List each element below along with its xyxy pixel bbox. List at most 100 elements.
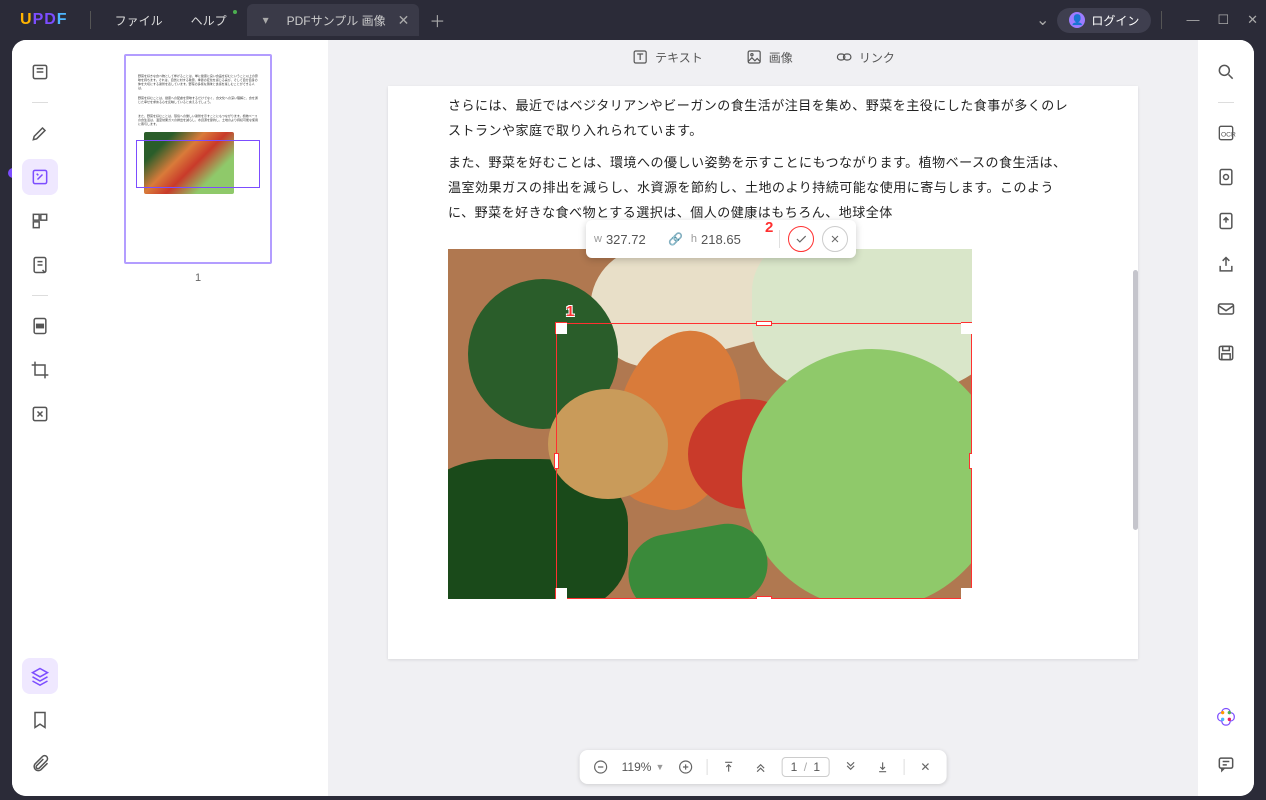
vertical-scrollbar[interactable]	[1133, 90, 1138, 736]
left-toolbar	[12, 40, 68, 796]
confirm-button[interactable]	[788, 226, 814, 252]
window-controls: — ☐ ✕	[1186, 12, 1258, 28]
thumbnail-panel: 野菜を好きな食べ物として挙げることは、単に健康に良い食品を好むということ以上の意…	[68, 40, 328, 796]
crop-handle-bl[interactable]	[555, 588, 567, 599]
width-input[interactable]	[606, 232, 660, 247]
zoom-value: 119%	[622, 760, 652, 774]
thumb-text: 野菜を好きな食べ物として挙げることは、単に健康に良い食品を好むということ以上の意…	[138, 74, 258, 90]
document-image[interactable]: 1	[448, 249, 972, 599]
thumb-text: 野菜を好むことは、健康への配慮を意味するだけでなく、食文化への深い理解と、食を通…	[138, 96, 258, 104]
page-indicator[interactable]: 1 / 1	[781, 757, 829, 777]
ai-assistant-button[interactable]	[1208, 698, 1244, 734]
crop-handle-right[interactable]	[969, 453, 972, 469]
scrollbar-thumb[interactable]	[1133, 270, 1138, 530]
divider	[90, 11, 91, 29]
organize-tool[interactable]	[22, 203, 58, 239]
thumb-text: また、野菜を好むことは、環境への優しい姿勢を示すことにもつながります。植物ベース…	[138, 114, 258, 126]
thumb-selection	[136, 140, 260, 188]
menu-help[interactable]: ヘルプ	[177, 12, 241, 29]
maximize-button[interactable]: ☐	[1217, 12, 1229, 28]
bookmark-tool[interactable]	[22, 702, 58, 738]
ai-icon	[1216, 706, 1236, 726]
link-mode-label: リンク	[859, 49, 895, 66]
tab-dropdown-icon[interactable]: ▾	[257, 13, 275, 27]
window-dropdown-icon[interactable]: ⌄	[1036, 10, 1049, 30]
ocr-button[interactable]: OCR	[1208, 115, 1244, 151]
text-mode-tab[interactable]: テキスト	[631, 48, 703, 66]
login-label: ログイン	[1091, 12, 1139, 29]
crop-handle-tl[interactable]	[555, 322, 567, 334]
protect-button[interactable]	[1208, 159, 1244, 195]
export-button[interactable]	[1208, 203, 1244, 239]
app-logo: UPDF	[20, 11, 68, 29]
annotation-2: 2	[765, 219, 773, 236]
comment-button[interactable]	[1208, 746, 1244, 782]
close-icon[interactable]: ✕	[398, 12, 410, 29]
titlebar: UPDF ファイル ヘルプ ▾ PDFサンプル 画像 ✕ ＋ ⌄ 👤 ログイン …	[0, 0, 1266, 40]
zoom-dropdown[interactable]: 119%▼	[622, 760, 665, 774]
email-button[interactable]	[1208, 291, 1244, 327]
paragraph: また、野菜を好むことは、環境への優しい姿勢を示すことにもつながります。植物ベース…	[448, 151, 1078, 225]
close-window-button[interactable]: ✕	[1247, 12, 1258, 28]
edit-mode-tabs: テキスト 画像 リンク	[631, 48, 895, 66]
last-page-button[interactable]	[871, 756, 893, 778]
edit-tool[interactable]	[22, 159, 58, 195]
crop-tool[interactable]	[22, 352, 58, 388]
thumbnail-page-number: 1	[195, 272, 201, 284]
save-button[interactable]	[1208, 335, 1244, 371]
chevron-down-icon: ▼	[655, 762, 664, 772]
separator	[32, 102, 48, 103]
reader-tool[interactable]	[22, 54, 58, 90]
width-prefix: w	[594, 233, 602, 245]
add-tab-button[interactable]: ＋	[429, 8, 445, 32]
attachment-tool[interactable]	[22, 746, 58, 782]
paragraph: さらには、最近ではベジタリアンやビーガンの食生活が注目を集め、野菜を主役にした食…	[448, 94, 1078, 143]
document-page[interactable]: さらには、最近ではベジタリアンやビーガンの食生活が注目を集め、野菜を主役にした食…	[388, 86, 1138, 659]
crop-handle-left[interactable]	[554, 453, 559, 469]
separator	[903, 759, 904, 775]
document-area: テキスト 画像 リンク さらには、最近ではベジタリアンやビーガンの食生活が注目を…	[328, 40, 1198, 796]
text-mode-label: テキスト	[655, 49, 703, 66]
first-page-button[interactable]	[717, 756, 739, 778]
link-icon	[835, 48, 853, 66]
form-tool[interactable]	[22, 247, 58, 283]
link-mode-tab[interactable]: リンク	[835, 48, 895, 66]
image-mode-label: 画像	[769, 49, 793, 66]
login-button[interactable]: 👤 ログイン	[1057, 8, 1151, 33]
close-zoom-button[interactable]: ✕	[914, 756, 936, 778]
divider	[1161, 11, 1162, 29]
layers-tool[interactable]	[22, 658, 58, 694]
share-button[interactable]	[1208, 247, 1244, 283]
height-input[interactable]	[701, 232, 755, 247]
workspace: 野菜を好きな食べ物として挙げることは、単に健康に良い食品を好むということ以上の意…	[12, 40, 1254, 796]
zoom-out-button[interactable]	[590, 756, 612, 778]
next-page-button[interactable]	[839, 756, 861, 778]
image-icon	[745, 48, 763, 66]
image-mode-tab[interactable]: 画像	[745, 48, 793, 66]
svg-text:OCR: OCR	[1221, 131, 1236, 138]
document-tab[interactable]: ▾ PDFサンプル 画像 ✕	[247, 4, 420, 36]
crop-handle-top[interactable]	[756, 321, 772, 326]
crop-selection[interactable]	[556, 323, 972, 599]
minimize-button[interactable]: —	[1186, 12, 1199, 28]
menu-file[interactable]: ファイル	[101, 12, 177, 29]
right-toolbar: OCR	[1198, 40, 1254, 796]
compress-tool[interactable]	[22, 396, 58, 432]
crop-handle-bottom[interactable]	[756, 596, 772, 599]
zoom-in-button[interactable]	[674, 756, 696, 778]
height-prefix: h	[691, 233, 697, 245]
crop-handle-tr[interactable]	[961, 322, 972, 334]
annotate-tool[interactable]	[22, 115, 58, 151]
separator	[1218, 102, 1234, 103]
crop-handle-br[interactable]	[961, 588, 972, 599]
redact-tool[interactable]	[22, 308, 58, 344]
cancel-button[interactable]	[822, 226, 848, 252]
prev-page-button[interactable]	[749, 756, 771, 778]
annotation-1: 1	[566, 303, 574, 320]
page-thumbnail[interactable]: 野菜を好きな食べ物として挙げることは、単に健康に良い食品を好むということ以上の意…	[124, 54, 272, 264]
separator	[706, 759, 707, 775]
tab-title: PDFサンプル 画像	[287, 12, 386, 29]
separator	[779, 230, 780, 248]
aspect-lock-icon[interactable]: 🔗	[668, 232, 683, 246]
search-button[interactable]	[1208, 54, 1244, 90]
